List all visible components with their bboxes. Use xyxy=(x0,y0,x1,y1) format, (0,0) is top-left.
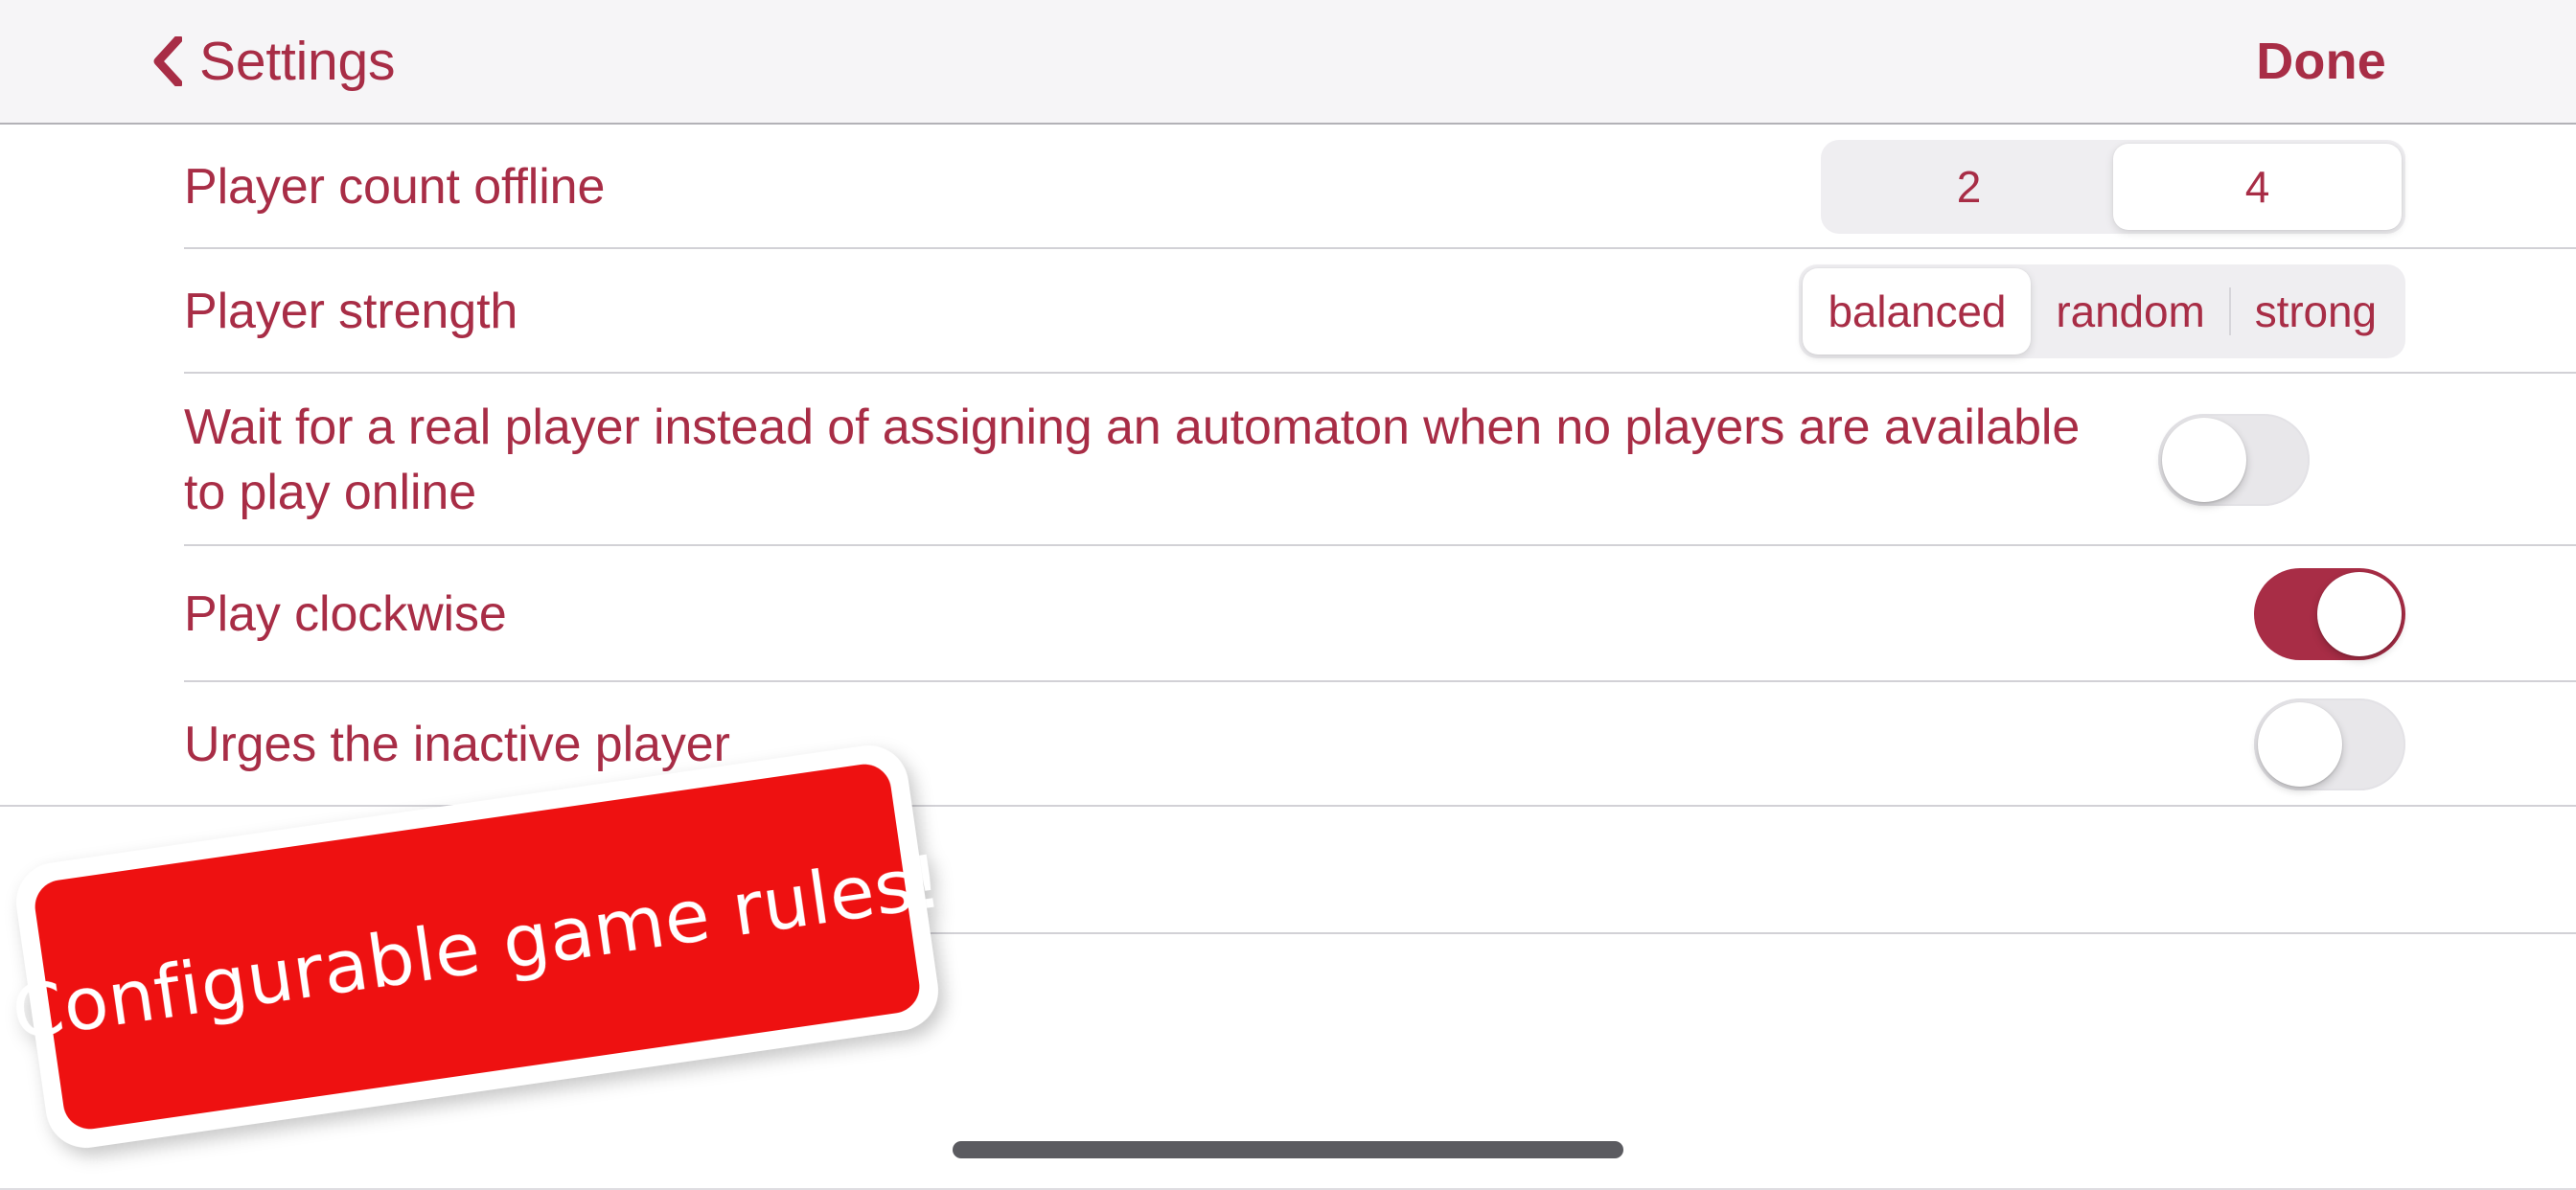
switch-knob xyxy=(2162,418,2246,502)
segment-divider xyxy=(2228,287,2231,335)
back-button[interactable]: Settings xyxy=(153,0,396,123)
row-label: Player count offline xyxy=(184,159,606,215)
segment-player-count-4[interactable]: 4 xyxy=(2113,144,2402,230)
segment-strength-strong-label: strong xyxy=(2254,286,2377,336)
player-strength-segmented-control[interactable]: balanced random strong xyxy=(1799,264,2405,358)
segment-strength-balanced[interactable]: balanced xyxy=(1803,268,2032,355)
player-count-segmented-control[interactable]: 2 4 xyxy=(1821,140,2405,234)
chevron-left-icon xyxy=(153,36,182,86)
back-button-label: Settings xyxy=(199,30,396,92)
row-label: Wait for a real player instead of assign… xyxy=(184,400,2081,520)
segment-strength-strong[interactable]: strong xyxy=(2228,268,2402,355)
row-label: Player strength xyxy=(184,284,518,339)
table-row-player-count-offline: Player count offline 2 4 xyxy=(0,125,2576,249)
segment-player-count-2[interactable]: 2 xyxy=(1825,144,2113,230)
navigation-bar: Settings Done xyxy=(0,0,2576,125)
switch-play-clockwise[interactable] xyxy=(2254,568,2405,660)
settings-screen: Settings Done Player count offline 2 4 P… xyxy=(0,0,2576,1190)
row-label: Urges the inactive player xyxy=(184,717,730,772)
table-row-play-clockwise: Play clockwise xyxy=(0,546,2576,682)
switch-wait-for-real-player[interactable] xyxy=(2158,414,2310,506)
table-row-urges-inactive-player: Urges the inactive player xyxy=(0,682,2576,807)
switch-knob xyxy=(2258,702,2342,787)
home-indicator[interactable] xyxy=(953,1141,1623,1158)
segment-strength-random[interactable]: random xyxy=(2031,268,2229,355)
table-row-player-strength: Player strength balanced random strong xyxy=(0,249,2576,374)
table-row-wait-for-real-player: Wait for a real player instead of assign… xyxy=(0,374,2576,546)
switch-knob xyxy=(2317,572,2402,656)
promo-sticker-text: Configurable game rules! xyxy=(7,837,948,1056)
switch-urges-inactive-player[interactable] xyxy=(2254,698,2405,790)
done-button[interactable]: Done xyxy=(2256,0,2386,123)
row-label: Play clockwise xyxy=(184,586,507,642)
